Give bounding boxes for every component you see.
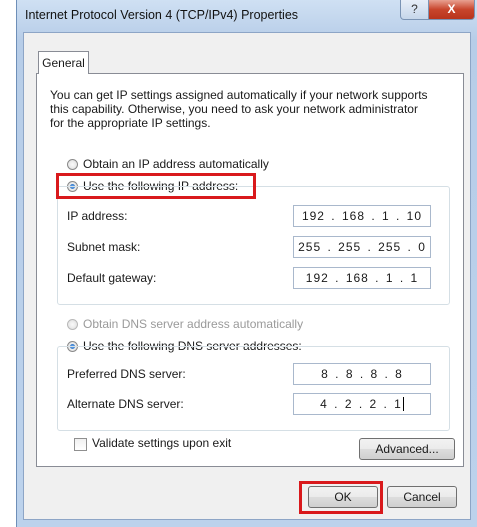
help-icon: ? (411, 2, 418, 16)
preferred-dns-value: 8 . 8 . 8 . 8 (321, 367, 403, 381)
help-button[interactable]: ? (400, 0, 429, 20)
ip-address-value: 192 . 168 . 1 . 10 (301, 209, 423, 223)
dns-server-group (57, 346, 450, 431)
text-caret (402, 397, 404, 411)
radio-obtain-dns-auto-indicator[interactable] (67, 318, 78, 330)
subnet-mask-label: Subnet mask: (67, 240, 141, 254)
properties-dialog: Internet Protocol Version 4 (TCP/IPv4) P… (16, 0, 477, 527)
close-icon: X (447, 2, 456, 16)
intro-text: You can get IP settings assigned automat… (50, 88, 428, 130)
alternate-dns-input[interactable]: 4 . 2 . 2 . 1 (293, 393, 431, 415)
advanced-button-label: Advanced... (375, 442, 439, 456)
general-panel: You can get IP settings assigned automat… (36, 73, 464, 467)
ok-button[interactable]: OK (308, 486, 378, 508)
preferred-dns-label: Preferred DNS server: (67, 367, 186, 381)
radio-obtain-ip-auto-indicator[interactable] (67, 158, 78, 170)
advanced-button[interactable]: Advanced... (359, 438, 455, 460)
alternate-dns-value: 4 . 2 . 2 . 1 (320, 397, 402, 411)
title-bar[interactable]: Internet Protocol Version 4 (TCP/IPv4) P… (17, 0, 477, 30)
default-gateway-value: 192 . 168 . 1 . 1 (305, 271, 419, 285)
default-gateway-input[interactable]: 192 . 168 . 1 . 1 (293, 267, 431, 289)
subnet-mask-value: 255 . 255 . 255 . 0 (298, 240, 426, 254)
radio-obtain-dns-auto-label: Obtain DNS server address automatically (83, 317, 304, 331)
tab-general[interactable]: General (38, 51, 89, 74)
cancel-button-label: Cancel (403, 490, 441, 504)
dialog-client-area: General You can get IP settings assigned… (23, 32, 471, 520)
ip-address-label: IP address: (67, 209, 128, 223)
radio-obtain-ip-auto-label: Obtain an IP address automatically (83, 157, 269, 171)
window-title: Internet Protocol Version 4 (TCP/IPv4) P… (25, 8, 299, 22)
tab-general-label: General (42, 56, 85, 70)
cancel-button[interactable]: Cancel (387, 486, 457, 508)
ok-button-label: OK (334, 490, 352, 504)
alternate-dns-label: Alternate DNS server: (67, 397, 184, 411)
default-gateway-label: Default gateway: (67, 271, 157, 285)
preferred-dns-input[interactable]: 8 . 8 . 8 . 8 (293, 363, 431, 385)
validate-checkbox-label: Validate settings upon exit (92, 436, 232, 450)
ip-address-input[interactable]: 192 . 168 . 1 . 10 (293, 205, 431, 227)
radio-obtain-ip-auto[interactable]: Obtain an IP address automatically (67, 156, 269, 172)
radio-obtain-dns-auto[interactable]: Obtain DNS server address automatically (67, 316, 303, 332)
validate-checkbox[interactable] (74, 438, 87, 451)
subnet-mask-input[interactable]: 255 . 255 . 255 . 0 (293, 236, 431, 258)
close-button[interactable]: X (428, 0, 475, 20)
